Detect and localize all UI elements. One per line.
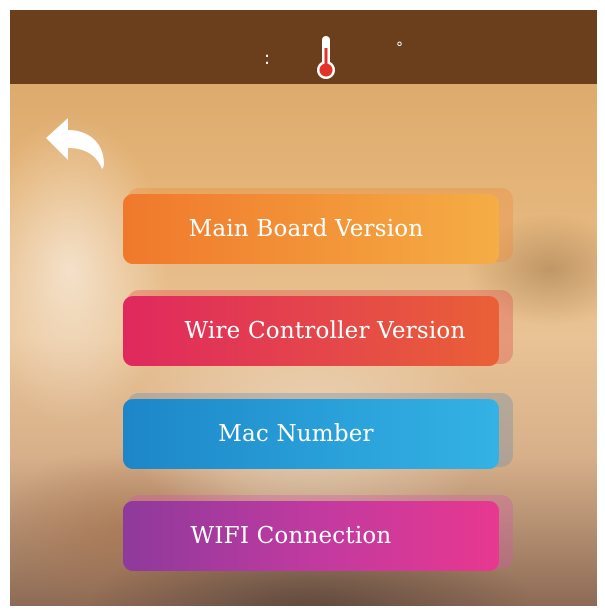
back-arrow-icon[interactable]	[42, 114, 108, 172]
time-separator: :	[264, 48, 271, 69]
main-board-version-button[interactable]: Main Board Version	[123, 194, 499, 264]
menu-item-mac-number[interactable]: Mac Number	[123, 393, 513, 475]
menu-item-main-board-version[interactable]: Main Board Version	[123, 188, 513, 270]
device-frame: : ° Main Board Version Wire Controller V…	[0, 0, 605, 610]
wifi-connection-button[interactable]: WIFI Connection	[123, 501, 499, 571]
status-bar: : °	[10, 10, 597, 84]
screen: : ° Main Board Version Wire Controller V…	[10, 10, 597, 606]
wire-controller-version-button[interactable]: Wire Controller Version	[123, 296, 499, 366]
thermometer-icon	[317, 36, 335, 79]
mac-number-button[interactable]: Mac Number	[123, 399, 499, 469]
menu-item-wifi-connection[interactable]: WIFI Connection	[123, 495, 513, 577]
degree-symbol: °	[396, 40, 403, 56]
menu-item-wire-controller-version[interactable]: Wire Controller Version	[123, 290, 513, 372]
